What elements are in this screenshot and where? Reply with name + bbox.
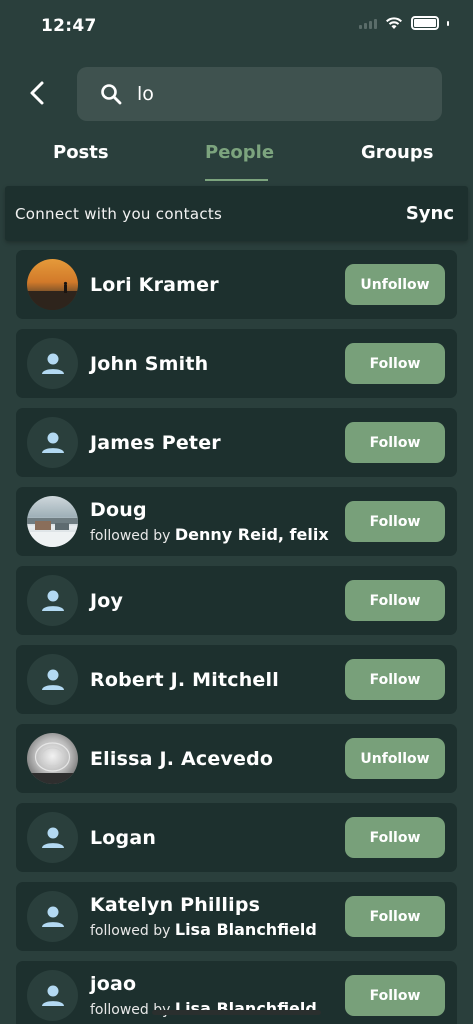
- avatar: [27, 496, 78, 547]
- person-name: Logan: [90, 827, 157, 849]
- person-icon: [41, 669, 64, 690]
- follow-button[interactable]: Follow: [345, 580, 445, 621]
- wifi-icon: [386, 17, 402, 29]
- person-icon: [41, 590, 64, 611]
- person-icon: [41, 906, 64, 927]
- snow-photo: [27, 518, 78, 547]
- signal-icon: [359, 17, 377, 29]
- person-name: Doug: [90, 499, 147, 521]
- status-time: 12:47: [41, 16, 97, 36]
- follow-button[interactable]: Follow: [345, 975, 445, 1016]
- tab-posts[interactable]: Posts: [53, 142, 109, 163]
- person-icon: [41, 353, 64, 374]
- avatar: [27, 970, 78, 1021]
- person-name: Robert J. Mitchell: [90, 669, 279, 691]
- avatar: [27, 812, 78, 863]
- unfollow-button[interactable]: Unfollow: [345, 264, 445, 305]
- avatar: [27, 891, 78, 942]
- battery-icon: [411, 16, 439, 30]
- chevron-left-icon: [30, 81, 44, 105]
- list-item[interactable]: John Smith Follow: [16, 329, 457, 398]
- list-item[interactable]: Katelyn Phillips followed by Lisa Blanch…: [16, 882, 457, 951]
- person-name: John Smith: [90, 353, 209, 375]
- connect-contacts-text: Connect with you contacts: [15, 205, 223, 223]
- unfollow-button[interactable]: Unfollow: [345, 738, 445, 779]
- person-name: Joy: [90, 590, 124, 612]
- followed-by-text: followed by Lisa Blanchfield: [90, 920, 317, 939]
- tab-people[interactable]: People: [205, 142, 274, 163]
- list-item[interactable]: James Peter Follow: [16, 408, 457, 477]
- followed-by-text: followed by Denny Reid, felix: [90, 525, 329, 544]
- avatar: [27, 259, 78, 310]
- sunset-photo: [27, 281, 78, 310]
- list-item[interactable]: Joy Follow: [16, 566, 457, 635]
- followed-by-label: followed by: [90, 528, 171, 544]
- active-tab-indicator: [205, 179, 268, 181]
- person-name: James Peter: [90, 432, 221, 454]
- list-item[interactable]: Robert J. Mitchell Follow: [16, 645, 457, 714]
- avatar: [27, 575, 78, 626]
- list-item[interactable]: Lori Kramer Unfollow: [16, 250, 457, 319]
- person-icon: [41, 432, 64, 453]
- avatar: [27, 654, 78, 705]
- follow-button[interactable]: Follow: [345, 343, 445, 384]
- follow-button[interactable]: Follow: [345, 501, 445, 542]
- followed-by-names: Denny Reid, felix: [174, 525, 329, 544]
- avatar: [27, 338, 78, 389]
- home-indicator[interactable]: [152, 1010, 321, 1015]
- status-bar: 12:47: [0, 0, 473, 52]
- back-button[interactable]: [20, 76, 54, 110]
- tab-bar: Posts People Groups: [0, 136, 473, 182]
- followed-by-label: followed by: [90, 923, 171, 939]
- followed-by-names: Lisa Blanchfield: [174, 920, 317, 939]
- search-input[interactable]: [137, 83, 387, 105]
- person-name: Katelyn Phillips: [90, 894, 261, 916]
- list-item[interactable]: Logan Follow: [16, 803, 457, 872]
- tab-groups[interactable]: Groups: [361, 142, 433, 163]
- glass-photo: [27, 742, 78, 784]
- person-icon: [41, 985, 64, 1006]
- list-item[interactable]: Doug followed by Denny Reid, felix Follo…: [16, 487, 457, 556]
- connect-contacts-banner: Connect with you contacts Sync: [5, 186, 468, 241]
- follow-button[interactable]: Follow: [345, 896, 445, 937]
- person-name: Lori Kramer: [90, 274, 219, 296]
- list-item[interactable]: Elissa J. Acevedo Unfollow: [16, 724, 457, 793]
- follow-button[interactable]: Follow: [345, 659, 445, 700]
- follow-button[interactable]: Follow: [345, 817, 445, 858]
- person-icon: [41, 827, 64, 848]
- status-icons: [359, 16, 449, 30]
- person-name: joao: [90, 973, 137, 995]
- followed-by-text: followed by Lisa Blanchfield: [90, 999, 317, 1018]
- sync-button[interactable]: Sync: [406, 203, 454, 224]
- avatar: [27, 417, 78, 468]
- person-name: Elissa J. Acevedo: [90, 748, 274, 770]
- search-icon: [101, 84, 122, 105]
- follow-button[interactable]: Follow: [345, 422, 445, 463]
- search-box[interactable]: [77, 67, 442, 121]
- battery-tip: [447, 20, 449, 26]
- followed-by-names: Lisa Blanchfield: [174, 999, 317, 1018]
- avatar: [27, 733, 78, 784]
